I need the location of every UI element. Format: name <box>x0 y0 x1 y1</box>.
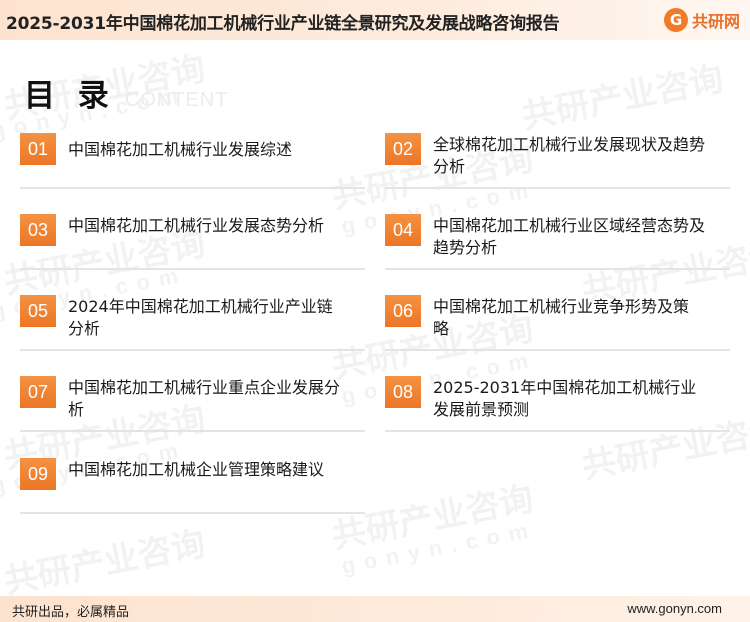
toc-item-04[interactable]: 04 中国棉花加工机械行业区域经营态势及趋势分析 <box>385 214 730 274</box>
chapter-title: 中国棉花加工机械行业竞争形势及策略 <box>433 297 690 338</box>
toc-heading: 目 录 CONTENT <box>24 70 228 115</box>
chapter-number-badge: 03 <box>20 214 56 246</box>
chapter-number-badge: 06 <box>385 295 421 327</box>
footer-slogan: 共研出品，必属精品 <box>12 605 130 620</box>
toc-item-09[interactable]: 09 中国棉花加工机械企业管理策略建议 <box>20 458 365 518</box>
divider <box>20 187 365 189</box>
toc-item-01[interactable]: 01 中国棉花加工机械行业发展综述 <box>20 133 365 193</box>
toc-item-08[interactable]: 08 2025-2031年中国棉花加工机械行业发展前景预测 <box>385 376 730 436</box>
chapter-number-badge: 07 <box>20 376 56 408</box>
divider <box>20 349 365 351</box>
chapter-number-badge: 05 <box>20 295 56 327</box>
toc-item-03[interactable]: 03 中国棉花加工机械行业发展态势分析 <box>20 214 365 274</box>
toc-item-05[interactable]: 05 2024年中国棉花加工机械行业产业链分析 <box>20 295 365 355</box>
toc-item-02[interactable]: 02 全球棉花加工机械行业发展现状及趋势分析 <box>385 133 730 193</box>
chapter-number-badge: 04 <box>385 214 421 246</box>
chapter-title: 2025-2031年中国棉花加工机械行业发展前景预测 <box>433 378 697 419</box>
document-title: 2025-2031年中国棉花加工机械行业产业链全景研究及发展战略咨询报告 <box>6 14 560 34</box>
footer-bar: 共研出品，必属精品 www.gonyn.com <box>0 596 750 622</box>
watermark-site: gonyn.com <box>339 516 539 579</box>
header-bar: 2025-2031年中国棉花加工机械行业产业链全景研究及发展战略咨询报告 G 共… <box>0 0 750 40</box>
chapter-title: 中国棉花加工机械行业发展态势分析 <box>68 216 325 235</box>
divider <box>20 430 365 432</box>
watermark-brand: 共研产业咨询 <box>518 58 727 138</box>
chapter-title: 2024年中国棉花加工机械行业产业链分析 <box>68 297 333 338</box>
toc-subtitle: CONTENT <box>124 89 229 111</box>
toc-title: 目 录 <box>24 78 115 114</box>
chapter-number-badge: 09 <box>20 458 56 490</box>
footer-website-link[interactable]: www.gonyn.com <box>627 601 722 616</box>
divider <box>20 512 365 514</box>
divider <box>385 187 730 189</box>
divider <box>385 430 730 432</box>
chapter-number-badge: 02 <box>385 133 421 165</box>
brand-logo[interactable]: G 共研网 <box>663 7 740 33</box>
chapter-title: 中国棉花加工机械行业发展综述 <box>68 140 293 159</box>
divider <box>385 268 730 270</box>
logo-text: 共研网 <box>691 12 740 31</box>
chapter-title: 中国棉花加工机械行业重点企业发展分析 <box>68 378 341 419</box>
chapter-title: 全球棉花加工机械行业发展现状及趋势分析 <box>433 135 706 176</box>
divider <box>20 268 365 270</box>
watermark-brand: 共研产业咨询 <box>0 523 209 603</box>
chapter-number-badge: 01 <box>20 133 56 165</box>
chapter-title: 中国棉花加工机械企业管理策略建议 <box>68 460 325 479</box>
toc-item-07[interactable]: 07 中国棉花加工机械行业重点企业发展分析 <box>20 376 365 436</box>
logo-mark-icon: G <box>663 8 688 32</box>
chapter-number-badge: 08 <box>385 376 421 408</box>
chapter-title: 中国棉花加工机械行业区域经营态势及趋势分析 <box>433 216 706 257</box>
toc-item-06[interactable]: 06 中国棉花加工机械行业竞争形势及策略 <box>385 295 730 355</box>
divider <box>385 349 730 351</box>
